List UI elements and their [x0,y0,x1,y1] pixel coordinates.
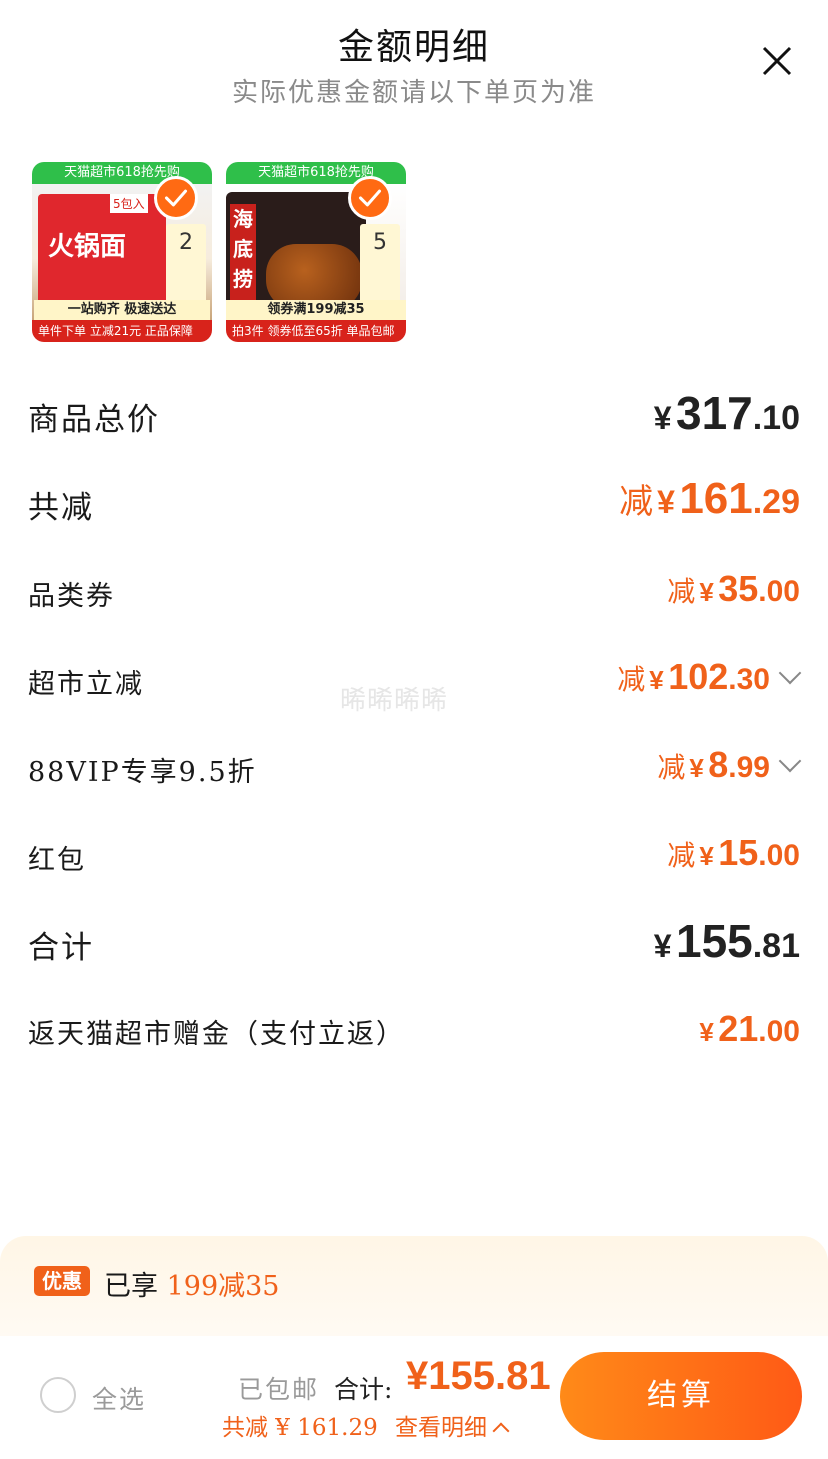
currency-symbol: ¥ [689,753,704,783]
promo-badge: 优惠 [34,1266,90,1296]
value-decimal: .00 [758,575,800,608]
product-brand: 海底捞 [230,204,256,300]
row-value: 减 ¥ 161.29 [619,474,800,524]
discount-summary[interactable]: 共减 ¥ 161.29 查看明细 [222,1408,510,1442]
row-value: ¥ 317.10 [654,386,800,440]
currency-symbol: ¥ [653,400,672,436]
value-decimal: .00 [758,1015,800,1048]
check-icon[interactable] [348,176,392,220]
chevron-up-icon[interactable] [492,1422,510,1440]
row-red-packet: 红包 减 ¥ 15.00 [0,830,828,890]
select-all-radio[interactable] [40,1377,76,1413]
value-decimal: .00 [758,839,800,872]
value-integer: 102 [668,656,729,697]
row-subtotal: 合计 ¥ 155.81 [0,914,828,974]
currency-symbol: ¥ [699,841,714,871]
page-subtitle: 实际优惠金额请以下单页为准 [231,78,596,108]
row-label: 商品总价 [28,402,160,438]
value-integer: 35 [718,568,759,609]
value-integer: 155 [675,915,753,967]
currency-symbol: ¥ [653,928,672,964]
product-name: 火锅面 [48,232,127,262]
row-category-coupon: 品类券 减 ¥ 35.00 [0,566,828,626]
side-card-number: 5 [373,230,387,255]
row-value: ¥ 21.00 [699,1008,800,1050]
row-value: 减 ¥ 15.00 [667,832,800,874]
discount-prefix: 减 [657,751,686,784]
page-title: 金额明细 [337,27,490,68]
discount-prefix: 减 [667,839,696,872]
currency-symbol: ¥ [657,484,675,520]
value-decimal: .81 [752,927,800,965]
row-cashback: 返天猫超市赠金（支付立返） ¥ 21.00 [0,1004,828,1064]
chevron-down-icon[interactable] [778,661,802,685]
close-icon[interactable] [760,44,794,78]
product-middle-text: 领券满199减35 [226,300,406,320]
row-88vip-discount[interactable]: 88VIP专享9.5折 减 ¥ 8.99 [0,742,828,802]
row-label: 合计 [28,930,94,966]
row-value: 减 ¥ 8.99 [657,744,802,786]
view-details-link[interactable]: 查看明细 [395,1415,487,1441]
watermark: 晞晞晞晞 [340,686,449,716]
promo-text: 已享 199减35 [104,1264,280,1303]
header: 金额明细 实际优惠金额请以下单页为准 [0,0,828,130]
discount-prefix: 减 [619,482,654,522]
product-thumbnails: 天猫超市618抢先购 5包入 火锅面 2 一站购齐 极速送达 单件下单 立减21… [32,162,406,342]
row-label: 返天猫超市赠金（支付立返） [28,1019,405,1050]
value-integer: 15 [718,832,759,873]
row-label: 88VIP专享9.5折 [28,757,257,788]
row-value: ¥ 155.81 [654,914,800,968]
discount-prefix: 减 [617,663,646,696]
total-value: ¥155.81 [406,1354,551,1398]
value-decimal: .10 [752,399,800,437]
side-card-number: 2 [179,230,193,255]
promo-text-prefix: 已享 [104,1271,158,1302]
chevron-down-icon[interactable] [778,749,802,773]
row-label: 红包 [28,845,86,876]
product-thumbnail[interactable]: 天猫超市618抢先购 海底捞 5 领券满199减35 拍3件 领券低至65折 单… [226,162,406,342]
currency-symbol: ¥ [699,1017,714,1047]
row-total-price: 商品总价 ¥ 317.10 [0,386,828,446]
row-total-discount: 共减 减 ¥ 161.29 [0,474,828,534]
discount-prefix: 减 [667,575,696,608]
row-label: 超市立减 [28,669,144,700]
value-integer: 317 [675,387,753,439]
product-bottom-text: 拍3件 领券低至65折 单品包邮 [226,320,406,342]
value-integer: 21 [718,1008,759,1049]
product-thumbnail[interactable]: 天猫超市618抢先购 5包入 火锅面 2 一站购齐 极速送达 单件下单 立减21… [32,162,212,342]
row-value: 减 ¥ 102.30 [617,656,802,698]
package-tag: 5包入 [110,194,148,213]
promo-bar[interactable]: 优惠 已享 199减35 [0,1236,828,1336]
free-shipping-label: 已包邮 [238,1375,320,1404]
currency-symbol: ¥ [699,577,714,607]
row-label: 品类券 [28,581,115,612]
value-integer: 8 [708,744,729,785]
value-integer: 161 [679,474,753,523]
value-decimal: .30 [728,663,770,696]
checkout-footer: 全选 已包邮 合计: ¥155.81 共减 ¥ 161.29 查看明细 结算 [0,1336,828,1459]
value-decimal: .29 [752,483,800,521]
discount-summary-text: 共减 ¥ 161.29 [222,1415,378,1441]
product-middle-text: 一站购齐 极速送达 [34,300,210,320]
row-value: 减 ¥ 35.00 [667,568,800,610]
row-label: 共减 [28,490,94,526]
check-icon[interactable] [154,176,198,220]
currency-symbol: ¥ [649,665,664,695]
product-bottom-text: 单件下单 立减21元 正品保障 [32,320,212,342]
total-label: 合计: [334,1375,393,1404]
promo-text-highlight: 199减35 [166,1271,280,1302]
checkout-button[interactable]: 结算 [560,1352,802,1440]
select-all-label[interactable]: 全选 [92,1380,146,1416]
value-decimal: .99 [728,751,770,784]
